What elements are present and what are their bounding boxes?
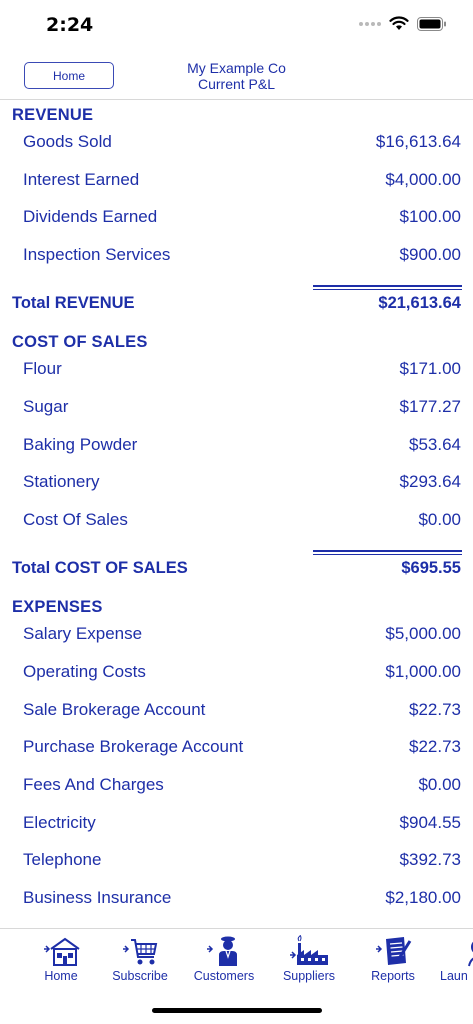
total-row-revenue: Total REVENUE $21,613.64 bbox=[0, 294, 473, 322]
line-item-amount: $171.00 bbox=[399, 359, 461, 378]
total-row-cost-of-sales: Total COST OF SALES $695.55 bbox=[0, 559, 473, 587]
line-item-label: Telephone bbox=[23, 850, 102, 869]
line-item[interactable]: Fees And Charges $0.00 bbox=[0, 775, 473, 805]
line-item-amount: $904.55 bbox=[399, 813, 461, 832]
line-item[interactable]: Interest Earned $4,000.00 bbox=[0, 170, 473, 200]
line-item[interactable]: Sale Brokerage Account $22.73 bbox=[0, 700, 473, 730]
line-item-label: Salary Expense bbox=[23, 624, 143, 643]
line-item-label: Purchase Brokerage Account bbox=[23, 737, 244, 756]
line-item-label: Flour bbox=[23, 359, 62, 378]
line-item-amount: $100.00 bbox=[399, 207, 461, 226]
tab-label: Suppliers bbox=[282, 969, 336, 983]
line-item-amount: $392.73 bbox=[399, 850, 461, 869]
line-item-amount: $177.27 bbox=[399, 397, 461, 416]
line-item[interactable]: Purchase Brokerage Account $22.73 bbox=[0, 737, 473, 767]
total-amount: $21,613.64 bbox=[378, 294, 461, 312]
line-item-amount: $4,000.00 bbox=[385, 170, 461, 189]
tab-reports[interactable]: Reports bbox=[351, 935, 435, 991]
line-item-label: Dividends Earned bbox=[23, 207, 158, 226]
line-item[interactable]: Salary Expense $5,000.00 bbox=[0, 624, 473, 654]
status-time: 2:24 bbox=[46, 14, 94, 36]
total-label: Total COST OF SALES bbox=[12, 559, 188, 577]
total-underline bbox=[313, 550, 462, 555]
line-item[interactable]: Business Insurance $2,180.00 bbox=[0, 888, 473, 918]
line-item-label: Baking Powder bbox=[23, 435, 138, 454]
house-icon bbox=[44, 937, 80, 966]
line-item-amount: $16,613.64 bbox=[375, 132, 461, 151]
line-item[interactable]: Operating Costs $1,000.00 bbox=[0, 662, 473, 692]
company-name: My Example Co bbox=[187, 60, 286, 76]
line-item[interactable]: Baking Powder $53.64 bbox=[0, 435, 473, 465]
line-item-amount: $0.00 bbox=[418, 510, 461, 529]
line-item[interactable]: Telephone $392.73 bbox=[0, 850, 473, 880]
line-item[interactable]: Inspection Services $900.00 bbox=[0, 245, 473, 275]
line-item-amount: $22.73 bbox=[409, 700, 461, 719]
section-header-revenue: REVENUE bbox=[12, 106, 94, 124]
line-item-amount: $5,000.00 bbox=[385, 624, 461, 643]
tab-label: Reports bbox=[371, 969, 415, 983]
tab-label: Home bbox=[44, 969, 78, 983]
line-item[interactable]: Cost Of Sales $0.00 bbox=[0, 510, 473, 540]
line-item[interactable]: Sugar $177.27 bbox=[0, 397, 473, 427]
tab-suppliers[interactable]: Suppliers bbox=[267, 935, 351, 991]
line-item-label: Sale Brokerage Account bbox=[23, 700, 206, 719]
wifi-icon bbox=[389, 16, 409, 30]
tab-launch[interactable]: Laun bbox=[430, 935, 473, 991]
navigation-bar: Home My Example Co Current P&L bbox=[0, 52, 473, 100]
line-item-amount: $1,000.00 bbox=[385, 662, 461, 681]
status-bar: 2:24 bbox=[0, 0, 473, 50]
line-item-label: Operating Costs bbox=[23, 662, 146, 681]
line-item-label: Sugar bbox=[23, 397, 69, 416]
tab-subscribe[interactable]: Subscribe bbox=[98, 935, 182, 991]
total-underline bbox=[313, 285, 462, 290]
report-title: Current P&L bbox=[197, 76, 276, 92]
line-item-amount: $22.73 bbox=[409, 737, 461, 756]
line-item-label: Business Insurance bbox=[23, 888, 172, 907]
total-label: Total REVENUE bbox=[12, 294, 135, 312]
line-item-label: Fees And Charges bbox=[23, 775, 164, 794]
line-item-amount: $900.00 bbox=[399, 245, 461, 264]
home-indicator[interactable] bbox=[152, 1008, 322, 1013]
line-item-amount: $2,180.00 bbox=[385, 888, 461, 907]
line-item[interactable]: Dividends Earned $100.00 bbox=[0, 207, 473, 237]
person-icon bbox=[207, 936, 237, 966]
tab-home[interactable]: Home bbox=[19, 935, 103, 991]
line-item-label: Cost Of Sales bbox=[23, 510, 128, 529]
line-item-amount: $53.64 bbox=[409, 435, 461, 454]
line-item-label: Inspection Services bbox=[23, 245, 171, 264]
line-item-label: Goods Sold bbox=[23, 132, 112, 151]
signal-icon bbox=[359, 21, 381, 26]
line-item[interactable]: Stationery $293.64 bbox=[0, 472, 473, 502]
cart-icon bbox=[123, 939, 158, 965]
line-item[interactable]: Electricity $904.55 bbox=[0, 813, 473, 843]
nav-title: My Example Co Current P&L bbox=[0, 60, 473, 92]
tab-label: Laun bbox=[440, 969, 468, 983]
line-item-label: Interest Earned bbox=[23, 170, 140, 189]
total-amount: $695.55 bbox=[401, 559, 461, 577]
line-item-label: Electricity bbox=[23, 813, 96, 832]
status-icons bbox=[359, 16, 447, 31]
section-header-expenses: EXPENSES bbox=[12, 598, 103, 616]
line-item[interactable]: Flour $171.00 bbox=[0, 359, 473, 389]
pl-report[interactable]: REVENUE Goods Sold $16,613.64 Interest E… bbox=[0, 102, 473, 928]
line-item[interactable]: Goods Sold $16,613.64 bbox=[0, 132, 473, 162]
factory-icon bbox=[290, 935, 328, 965]
launch-icon bbox=[468, 941, 473, 967]
tab-customers[interactable]: Customers bbox=[182, 935, 266, 991]
section-header-cost-of-sales: COST OF SALES bbox=[12, 333, 148, 351]
tab-label: Customers bbox=[193, 969, 255, 983]
battery-icon bbox=[417, 16, 446, 31]
report-icon bbox=[376, 937, 412, 965]
line-item-label: Stationery bbox=[23, 472, 100, 491]
tab-label: Subscribe bbox=[112, 969, 168, 983]
line-item-amount: $293.64 bbox=[399, 472, 461, 491]
line-item-amount: $0.00 bbox=[418, 775, 461, 794]
